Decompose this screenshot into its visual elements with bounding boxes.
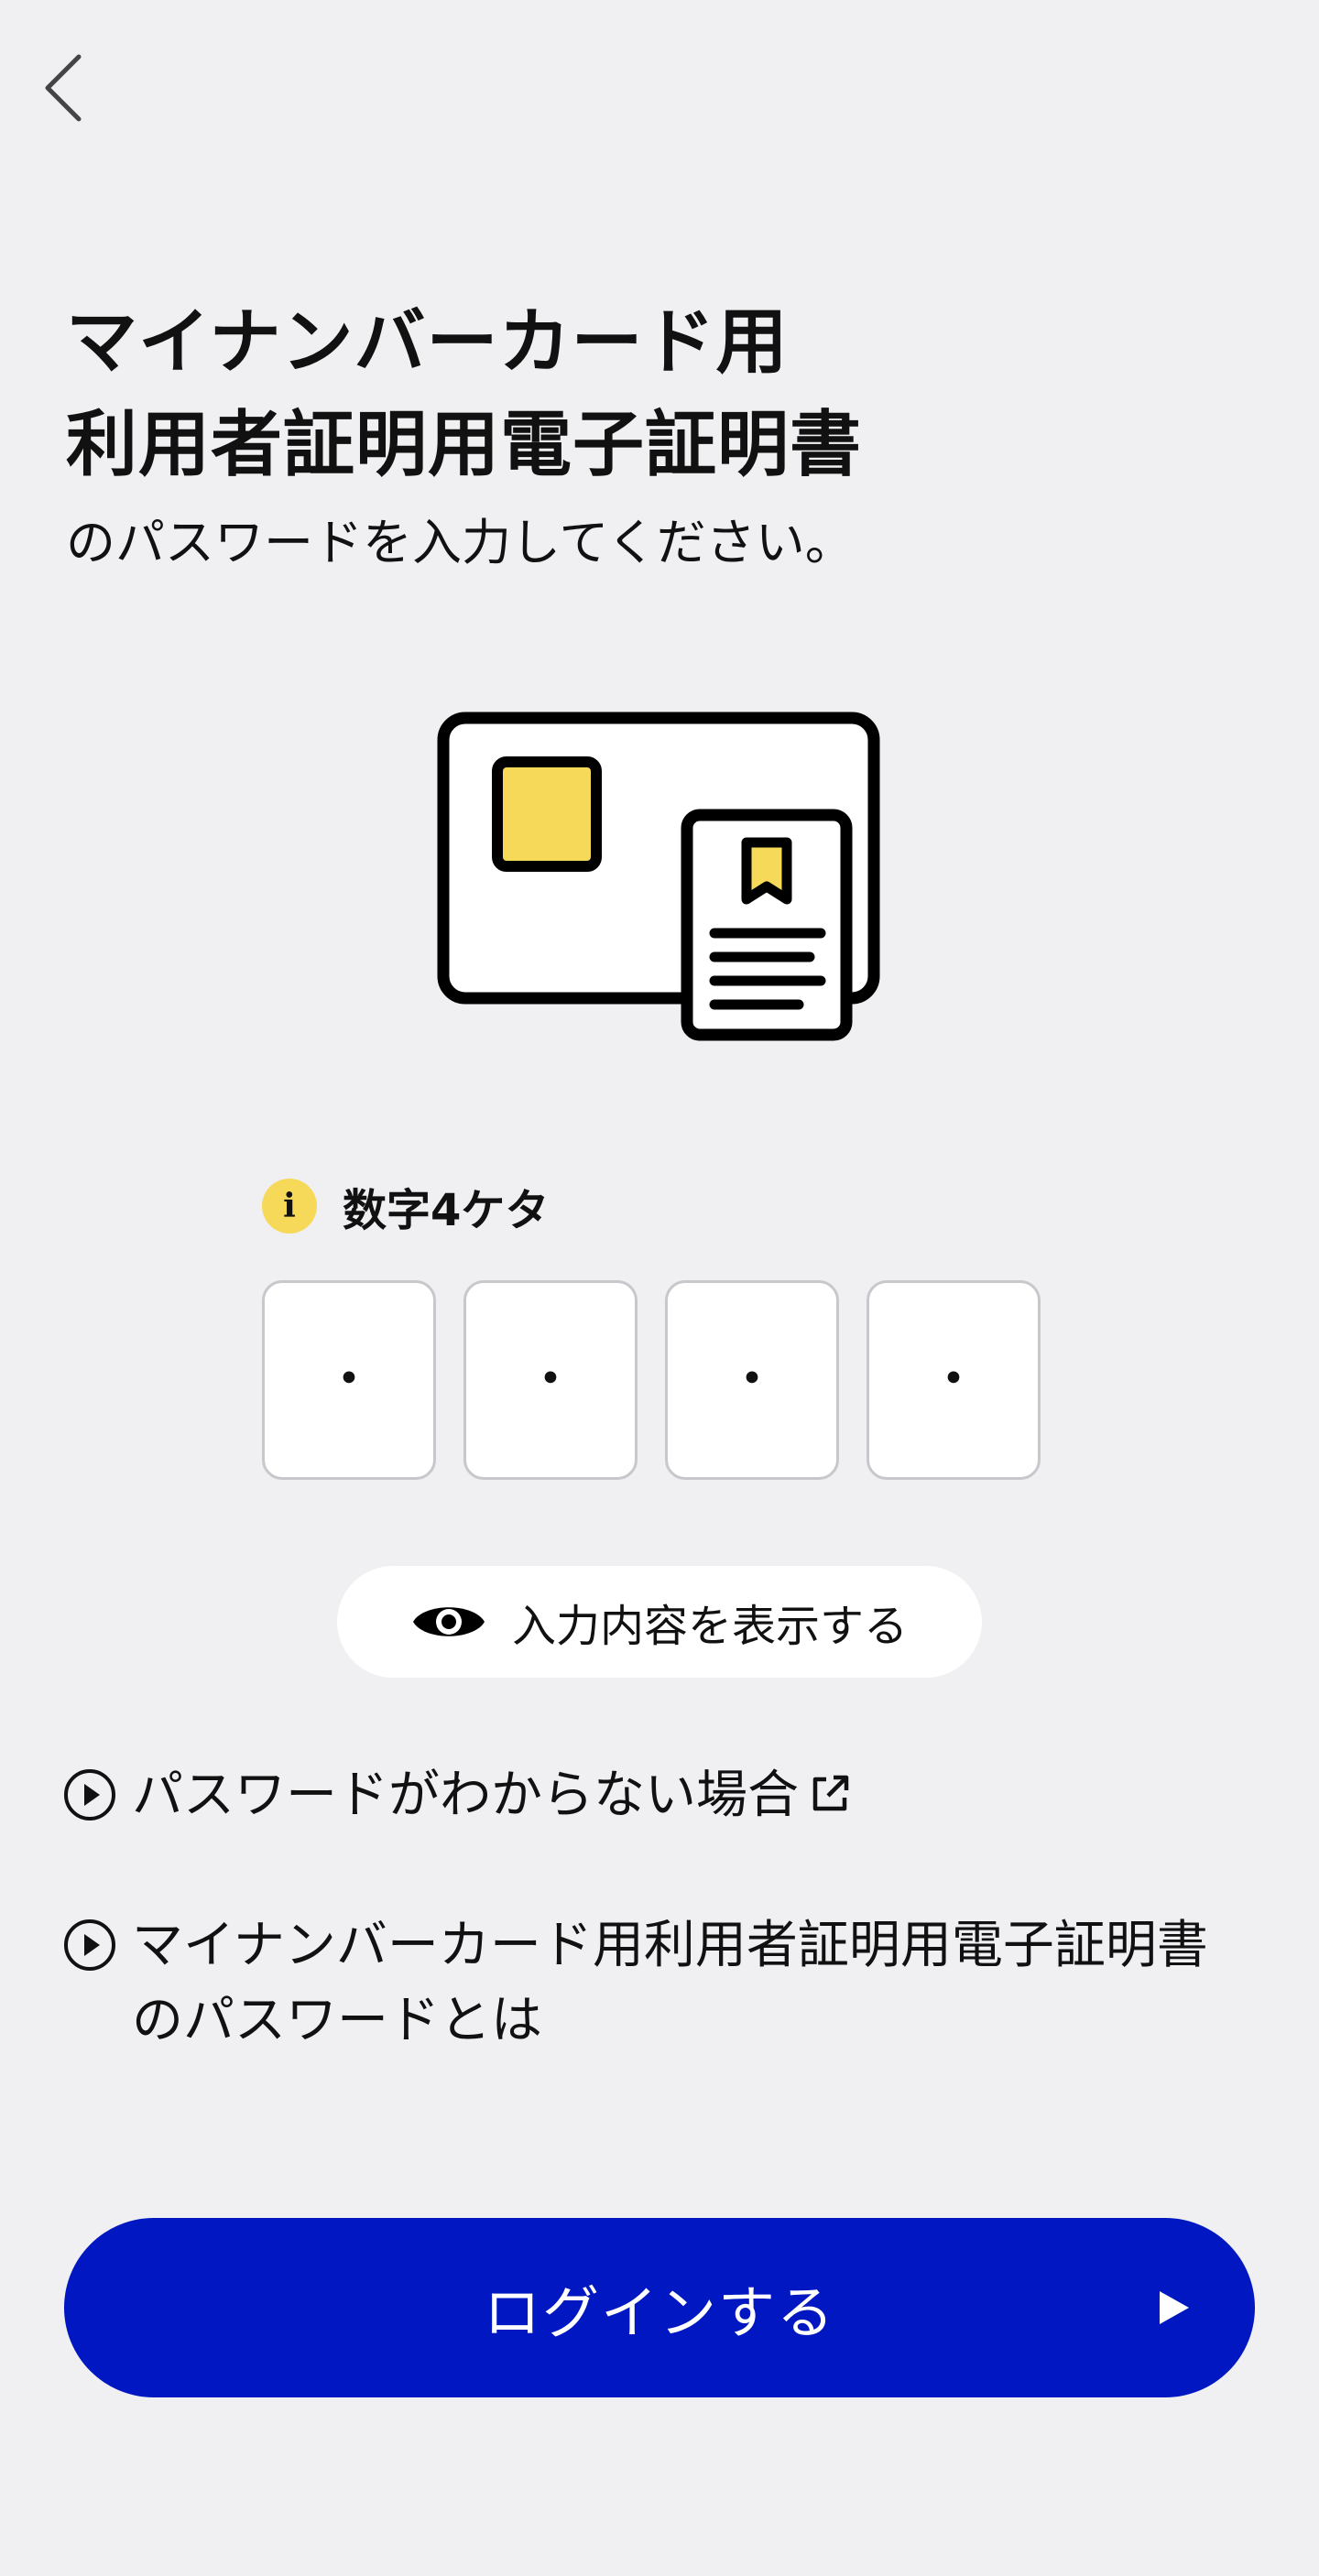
- back-button[interactable]: [33, 44, 92, 132]
- page-heading: マイナンバーカード用 利用者証明用電子証明書 のパスワードを入力してください。: [66, 291, 1257, 577]
- login-button[interactable]: ログインする: [64, 2218, 1255, 2397]
- play-arrow-icon: [1160, 2291, 1189, 2324]
- pin-digit-4[interactable]: ・: [867, 1280, 1041, 1480]
- external-link-icon: [812, 1775, 849, 1811]
- eye-icon: [411, 1595, 486, 1648]
- pin-digit-1[interactable]: ・: [262, 1280, 436, 1480]
- page-title-line2: 利用者証明用電子証明書: [66, 404, 863, 486]
- pin-digit-3[interactable]: ・: [665, 1280, 839, 1480]
- password-explanation-link[interactable]: マイナンバーカード用利用者証明用電子証明書のパスワードとは: [62, 1908, 1253, 2059]
- id-card-with-certificate-icon: [436, 711, 885, 1046]
- pin-input-group: ・ ・ ・ ・: [262, 1280, 1041, 1480]
- hint-text: 数字4ケタ: [343, 1185, 550, 1236]
- pin-digit-2[interactable]: ・: [463, 1280, 638, 1480]
- forgot-password-link-label: パスワードがわからない場合: [132, 1766, 799, 1825]
- password-explanation-link-label: マイナンバーカード用利用者証明用電子証明書のパスワードとは: [132, 1916, 1208, 2050]
- forgot-password-link[interactable]: パスワードがわからない場合: [62, 1758, 852, 1833]
- info-icon: i: [262, 1179, 317, 1234]
- page-title-line1: マイナンバーカード用: [66, 301, 789, 384]
- login-button-label: ログインする: [483, 2279, 835, 2346]
- show-input-toggle-button[interactable]: 入力内容を表示する: [337, 1566, 982, 1678]
- play-circle-icon: [64, 1769, 115, 1821]
- page-subtitle: のパスワードを入力してください。: [66, 514, 855, 571]
- chevron-left-icon: [45, 54, 82, 122]
- play-circle-icon: [64, 1919, 115, 1971]
- input-hint: i 数字4ケタ: [262, 1174, 549, 1238]
- show-input-toggle-label: 入力内容を表示する: [511, 1601, 908, 1652]
